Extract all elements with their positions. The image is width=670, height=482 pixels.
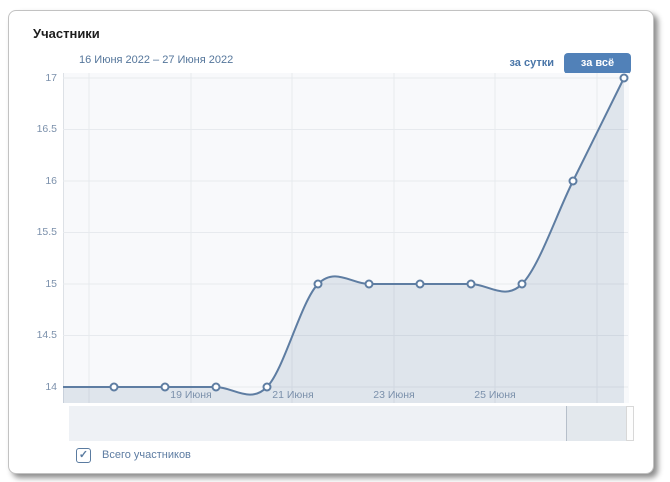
x-tick-label: 25 Июня xyxy=(463,389,527,401)
x-tick-label: 19 Июня xyxy=(159,389,223,401)
y-tick-label: 16 xyxy=(25,175,57,187)
page-title: Участники xyxy=(33,26,100,41)
range-overview-track[interactable] xyxy=(69,406,626,441)
y-tick-label: 16.5 xyxy=(25,123,57,135)
x-tick-label: 23 Июня xyxy=(362,389,426,401)
per-day-button[interactable]: за сутки xyxy=(489,53,554,74)
range-selection[interactable] xyxy=(566,406,627,441)
y-tick-label: 14 xyxy=(25,381,57,393)
y-tick-label: 15 xyxy=(25,278,57,290)
all-time-button[interactable]: за всё время xyxy=(564,53,631,74)
y-tick-label: 14.5 xyxy=(25,329,57,341)
chart-plot-area[interactable] xyxy=(63,73,629,403)
date-range-label: 16 Июня 2022 – 27 Июня 2022 xyxy=(79,54,233,66)
members-stats-card: Участники 16 Июня 2022 – 27 Июня 2022 за… xyxy=(8,10,654,474)
screenshot-stage: Участники 16 Июня 2022 – 27 Июня 2022 за… xyxy=(0,0,670,482)
x-tick-label: 21 Июня xyxy=(261,389,325,401)
y-tick-label: 17 xyxy=(25,72,57,84)
range-handle[interactable] xyxy=(626,406,634,441)
legend-row[interactable]: ✓ Всего участников xyxy=(76,447,191,463)
series-checkbox-label: Всего участников xyxy=(102,449,191,461)
y-tick-label: 15.5 xyxy=(25,226,57,238)
series-checkbox[interactable]: ✓ xyxy=(76,448,91,463)
